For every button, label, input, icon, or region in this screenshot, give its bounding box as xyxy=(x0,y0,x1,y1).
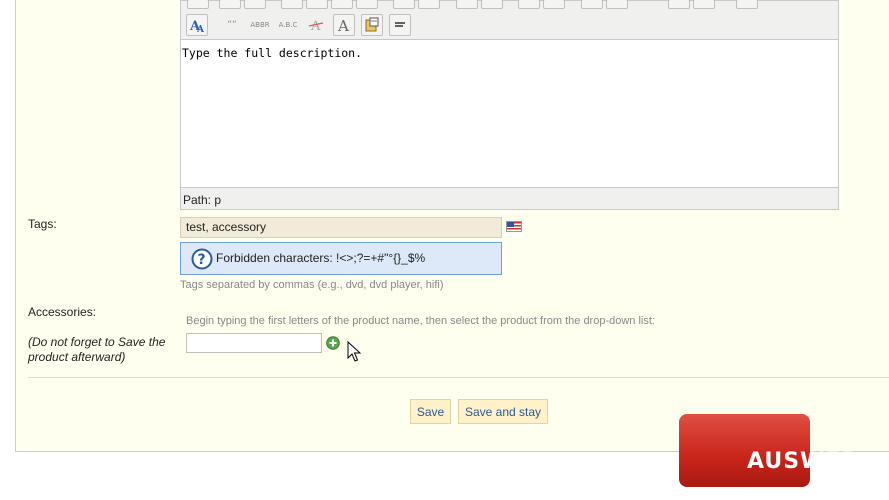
font-color-icon[interactable]: A xyxy=(333,14,355,36)
toolbar-button[interactable] xyxy=(581,0,603,9)
editor-content-area[interactable]: Type the full description. xyxy=(181,39,838,188)
abbr-icon[interactable]: ABBR xyxy=(249,14,271,36)
editor-text: Type the full description. xyxy=(182,46,363,60)
toolbar-button[interactable] xyxy=(356,0,378,9)
description-editor: AA ““ ABBR A.B.C A A Type the full descr… xyxy=(180,0,839,210)
font-a-icon[interactable]: AA xyxy=(186,14,208,36)
strike-icon[interactable]: A xyxy=(305,14,327,36)
toolbar-button[interactable] xyxy=(606,0,628,9)
paste-icon[interactable] xyxy=(361,14,383,36)
us-flag-icon[interactable] xyxy=(506,221,522,232)
toolbar-button[interactable] xyxy=(518,0,540,9)
toolbar-button[interactable] xyxy=(456,0,478,9)
toolbar-button[interactable] xyxy=(736,0,758,9)
toolbar-button[interactable] xyxy=(668,0,690,9)
editor-toolbar: AA ““ ABBR A.B.C A A xyxy=(181,0,838,39)
accessories-note: (Do not forget to Save the product after… xyxy=(28,335,166,364)
toolbar-button[interactable] xyxy=(331,0,353,9)
mouse-cursor-icon xyxy=(347,341,361,362)
ausweb-logo-text: AUSWEB xyxy=(747,449,860,474)
toolbar-button[interactable] xyxy=(219,0,241,9)
toolbar-button[interactable] xyxy=(693,0,715,9)
accessory-search-input[interactable] xyxy=(186,333,322,353)
tags-help-text: Tags separated by commas (e.g., dvd, dvd… xyxy=(180,279,444,291)
toolbar-button[interactable] xyxy=(543,0,565,9)
toolbar-button[interactable] xyxy=(244,0,266,9)
svg-text:A: A xyxy=(196,25,205,33)
toolbar-button[interactable] xyxy=(187,0,209,9)
forbidden-chars-hint: ? Forbidden characters: !<>;?=+#"°{}_$% xyxy=(180,242,502,275)
accessories-label: Accessories: xyxy=(28,305,97,319)
save-and-stay-button[interactable]: Save and stay xyxy=(458,399,548,424)
toolbar-button[interactable] xyxy=(393,0,415,9)
tags-label: Tags: xyxy=(28,217,57,231)
add-icon[interactable] xyxy=(326,336,340,350)
toolbar-button[interactable] xyxy=(306,0,328,9)
forbidden-chars-text: Forbidden characters: !<>;?=+#"°{}_$% xyxy=(216,251,426,265)
editor-path: Path: p xyxy=(183,193,222,207)
toolbar-button[interactable] xyxy=(281,0,303,9)
accessories-help-text: Begin typing the first letters of the pr… xyxy=(186,315,655,327)
form-divider xyxy=(28,377,889,378)
tags-input[interactable]: test, accessory xyxy=(180,217,502,238)
toolbar-button[interactable] xyxy=(418,0,440,9)
quote-icon[interactable]: ““ xyxy=(221,14,243,36)
toolbar-button[interactable] xyxy=(481,0,503,9)
align-icon[interactable] xyxy=(389,14,411,36)
svg-text:?: ? xyxy=(198,252,206,268)
save-button[interactable]: Save xyxy=(410,399,451,424)
acronym-icon[interactable]: A.B.C xyxy=(277,14,299,36)
svg-text:A: A xyxy=(337,17,349,33)
question-icon: ? xyxy=(191,248,213,270)
